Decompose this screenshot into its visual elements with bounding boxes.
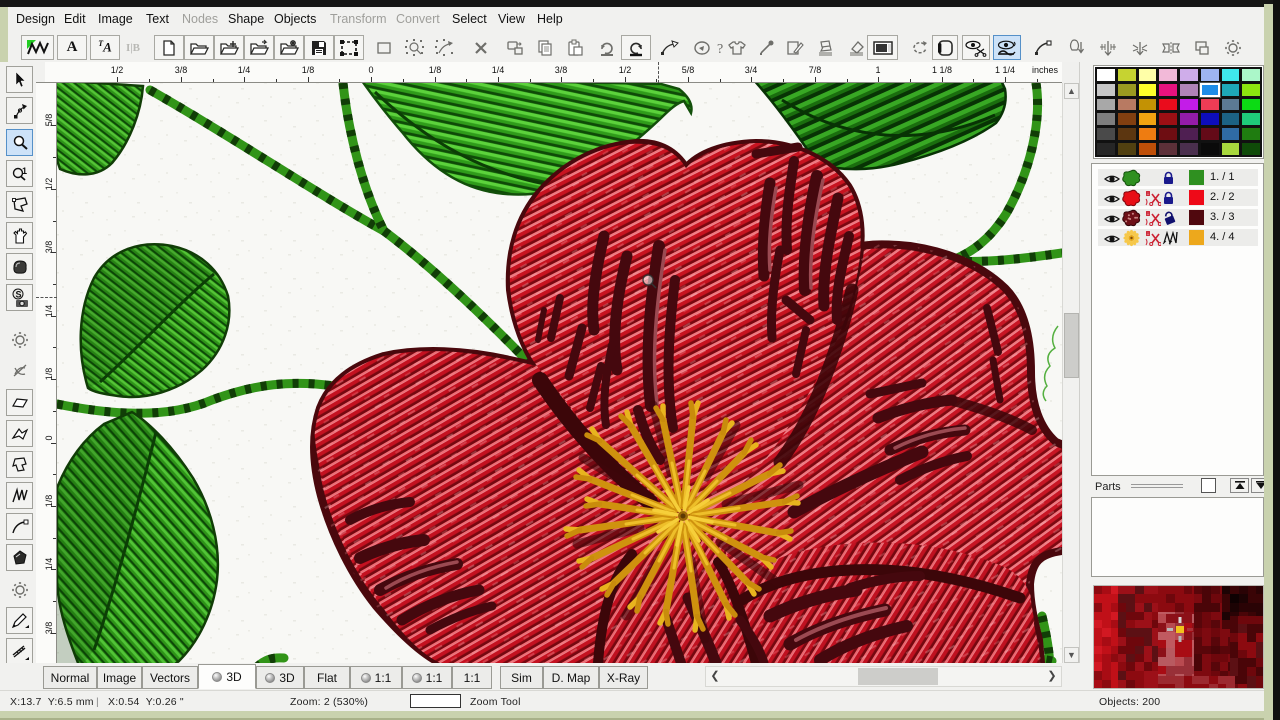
svg-text:S: S <box>15 289 21 299</box>
svg-text:1: 1 <box>22 166 27 176</box>
